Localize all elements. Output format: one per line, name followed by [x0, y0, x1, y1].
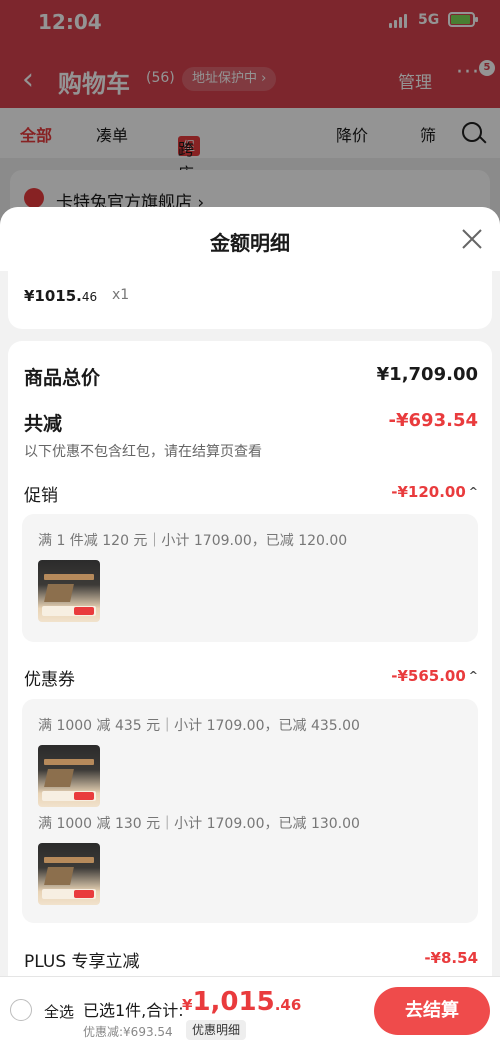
promotion-value: -¥120.00 — [391, 483, 466, 501]
promotion-group: 满 1 件减 120 元｜小计 1709.00，已减 120.00 — [22, 514, 478, 642]
selected-count-text: 已选1件,合计: — [83, 1001, 184, 1020]
coupon-label: 优惠券 — [24, 670, 75, 690]
total-currency: ¥ — [182, 996, 193, 1014]
amount-detail-card: 商品总价 ¥1,709.00 共减 -¥693.54 以下优惠不包含红包，请在结… — [8, 341, 492, 1058]
product-thumbnail[interactable] — [38, 560, 100, 622]
total-decimal: .46 — [274, 996, 302, 1014]
promotion-toggle[interactable]: -¥120.00 ^ — [391, 483, 478, 501]
amount-detail-sheet: ¥1015.46 x1 金额明细 商品总价 ¥1,709.00 共减 -¥693… — [0, 207, 500, 1058]
product-summary-card: ¥1015.46 x1 — [8, 267, 492, 329]
select-all-label[interactable]: 全选 — [44, 1001, 74, 1022]
total-main: 1,015 — [192, 987, 275, 1017]
goods-total-value: ¥1,709.00 — [376, 364, 478, 385]
plus-discount-label: PLUS 专享立减 — [24, 952, 140, 972]
chevron-up-icon: ^ — [468, 669, 478, 682]
coupon-rule: 满 1000 减 130 元｜小计 1709.00，已减 130.00 — [38, 816, 360, 832]
sheet-title: 金额明细 — [210, 231, 290, 255]
total-amount: ¥1,015.46 — [182, 987, 301, 1017]
checkout-bar: 全选 已选1件,合计: ¥1,015.46 优惠减:¥693.54 优惠明细 去… — [0, 976, 500, 1058]
coupon-toggle[interactable]: -¥565.00 ^ — [391, 667, 478, 685]
sheet-header: 金额明细 — [0, 207, 500, 271]
total-discount-label: 共减 — [24, 413, 63, 435]
product-quantity: x1 — [112, 287, 130, 303]
product-thumbnail[interactable] — [38, 745, 100, 807]
product-price: ¥1015.46 — [24, 287, 97, 305]
promotion-rule: 满 1 件减 120 元｜小计 1709.00，已减 120.00 — [38, 533, 348, 549]
total-discount-value: -¥693.54 — [388, 410, 478, 431]
checkout-button[interactable]: 去结算 — [374, 987, 490, 1035]
coupon-group: 满 1000 减 435 元｜小计 1709.00，已减 435.00 满 10… — [22, 699, 478, 923]
goods-total-label: 商品总价 — [24, 367, 101, 389]
discount-detail-button[interactable]: 优惠明细 — [186, 1020, 247, 1040]
product-thumbnail[interactable] — [38, 843, 100, 905]
product-price-decimal: 46 — [81, 290, 98, 304]
close-icon[interactable] — [460, 227, 484, 251]
chevron-up-icon: ^ — [468, 485, 478, 498]
discount-summary: 优惠减:¥693.54 — [83, 1025, 173, 1039]
plus-discount-value: -¥8.54 — [424, 949, 478, 967]
coupon-rule: 满 1000 减 435 元｜小计 1709.00，已减 435.00 — [38, 718, 360, 734]
coupon-value: -¥565.00 — [391, 667, 466, 685]
product-price-main: ¥1015. — [24, 287, 82, 305]
select-all-radio[interactable] — [10, 999, 32, 1021]
discount-note: 以下优惠不包含红包，请在结算页查看 — [24, 444, 262, 460]
promotion-label: 促销 — [24, 486, 58, 506]
